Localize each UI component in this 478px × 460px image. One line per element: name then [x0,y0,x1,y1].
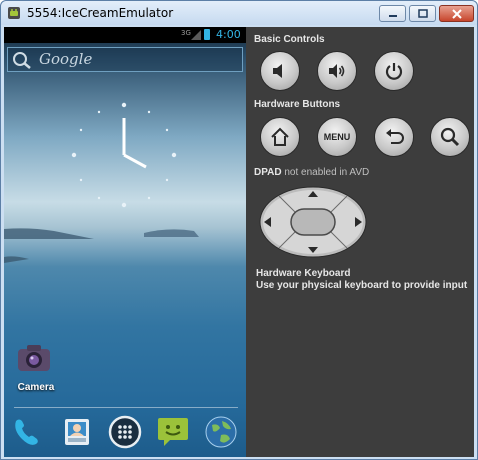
home-button[interactable] [260,117,300,157]
window-title: 5554:IceCreamEmulator [27,6,174,20]
phone-icon[interactable] [10,415,44,449]
search-button[interactable] [430,117,470,157]
camera-icon[interactable] [16,340,52,376]
dpad-control[interactable] [259,186,367,258]
google-search-bar[interactable]: Google [7,47,243,72]
menu-button[interactable]: MENU [317,117,357,157]
dpad-title: DPAD not enabled in AVD [254,167,369,178]
battery-icon [204,29,210,40]
close-button[interactable] [439,5,474,22]
controls-panel: Basic Controls Hardware Buttons MENU DPA… [246,27,474,457]
power-icon [385,63,403,80]
home-icon [271,127,289,146]
volume-down-icon [273,64,282,78]
app-drawer-icon[interactable] [108,415,142,449]
basic-controls-title: Basic Controls [254,34,325,45]
minimize-icon [388,14,397,17]
status-bar: 3G 4:00 [4,27,246,43]
dock-divider [14,407,238,408]
back-icon [386,129,404,144]
search-icon [13,52,31,69]
dpad-note: not enabled in AVD [284,167,370,178]
minimize-button[interactable] [379,5,406,22]
emulator-client-area: 3G 4:00 Google Camera Basic Controls Har… [4,27,474,457]
status-time: 4:00 [216,28,241,41]
maximize-icon [417,9,428,18]
hardware-keyboard-title: Hardware Keyboard [256,268,351,279]
volume-up-button[interactable] [317,51,357,91]
close-icon [451,8,462,19]
search-icon [440,127,460,147]
emulator-window: 5554:IceCreamEmulator 3G 4:00 Google Cam… [0,0,478,460]
signal-indicator: 3G [181,29,191,37]
analog-clock-widget[interactable] [54,85,194,225]
android-app-icon [8,7,20,19]
volume-down-button[interactable] [260,51,300,91]
browser-icon[interactable] [204,415,238,449]
search-placeholder: Google [39,50,93,68]
dpad-title-label: DPAD [254,167,282,178]
horizon-islands [4,228,199,263]
hardware-keyboard-note: Use your physical keyboard to provide in… [256,280,468,291]
phone-screen[interactable]: 3G 4:00 Google Camera [4,27,246,457]
messaging-icon[interactable] [156,415,190,449]
volume-up-icon [329,64,345,78]
back-button[interactable] [374,117,414,157]
signal-icon [191,30,201,40]
power-button[interactable] [374,51,414,91]
hardware-buttons-title: Hardware Buttons [254,99,341,110]
hardware-keyboard-section: Hardware Keyboard Use your physical keyb… [256,268,467,292]
menu-button-label: MENU [323,132,351,142]
contacts-icon[interactable] [60,415,94,449]
title-bar[interactable]: 5554:IceCreamEmulator [1,1,477,25]
maximize-button[interactable] [409,5,436,22]
camera-label: Camera [17,382,55,393]
